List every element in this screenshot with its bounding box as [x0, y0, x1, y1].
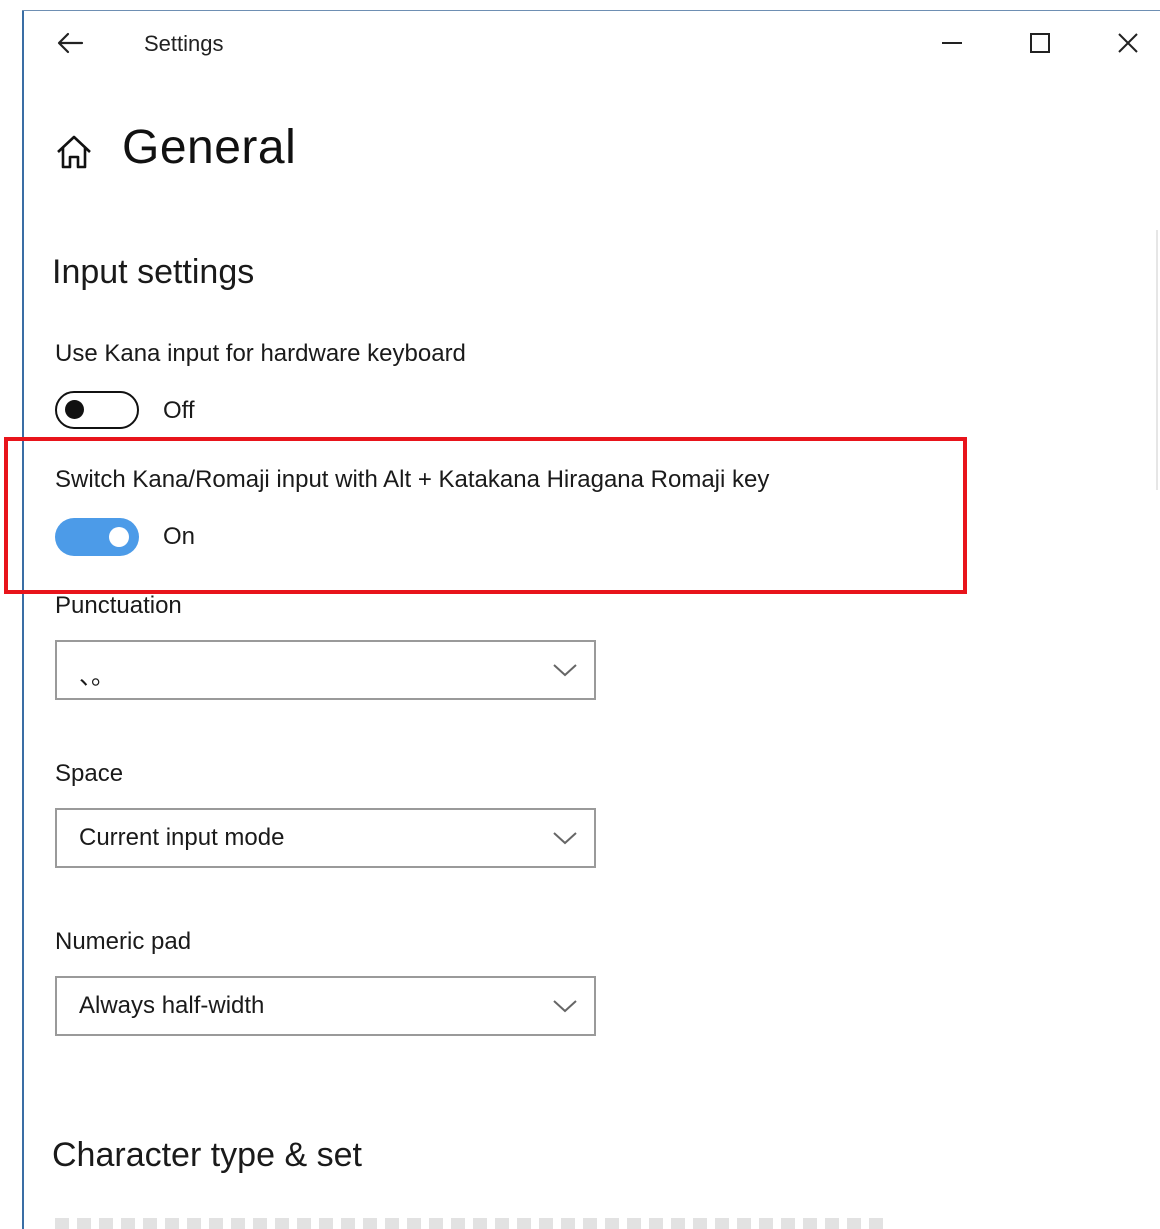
scrollbar-track[interactable] [1156, 230, 1158, 490]
toggle-knob [109, 527, 129, 547]
space-dropdown[interactable]: Current input mode [55, 808, 596, 868]
kana-input-toggle[interactable] [55, 391, 139, 429]
highlight-box [4, 437, 967, 594]
page-title: General [122, 121, 297, 174]
punctuation-label: Punctuation [55, 592, 182, 619]
space-value: Current input mode [79, 824, 285, 851]
numeric-pad-label: Numeric pad [55, 928, 192, 955]
punctuation-dropdown[interactable]: 、。 [55, 640, 596, 700]
window-left-border [22, 10, 24, 1229]
title-bar: Settings [24, 11, 1160, 75]
maximize-icon[interactable] [1016, 23, 1064, 63]
home-icon[interactable] [54, 132, 94, 172]
chevron-down-icon [553, 832, 577, 845]
kana-input-label: Use Kana input for hardware keyboard [55, 340, 466, 367]
close-icon[interactable] [1104, 23, 1152, 63]
section-heading-character-type: Character type & set [52, 1136, 362, 1174]
switch-kana-romaji-label: Switch Kana/Romaji input with Alt + Kata… [55, 466, 770, 493]
punctuation-value: 、。 [79, 663, 115, 690]
kana-input-state: Off [163, 397, 195, 424]
switch-kana-romaji-toggle[interactable] [55, 518, 139, 556]
chevron-down-icon [553, 664, 577, 677]
space-label: Space [55, 760, 124, 787]
switch-kana-romaji-state: On [163, 523, 196, 550]
cut-off-description-text [55, 1218, 885, 1229]
section-heading-input-settings: Input settings [52, 253, 255, 291]
toggle-knob [65, 400, 84, 419]
numeric-pad-dropdown[interactable]: Always half-width [55, 976, 596, 1036]
chevron-down-icon [553, 1000, 577, 1013]
minimize-icon[interactable] [928, 23, 976, 63]
numeric-pad-value: Always half-width [79, 992, 265, 1019]
back-arrow-icon[interactable] [54, 27, 86, 59]
window-title: Settings [144, 31, 224, 56]
